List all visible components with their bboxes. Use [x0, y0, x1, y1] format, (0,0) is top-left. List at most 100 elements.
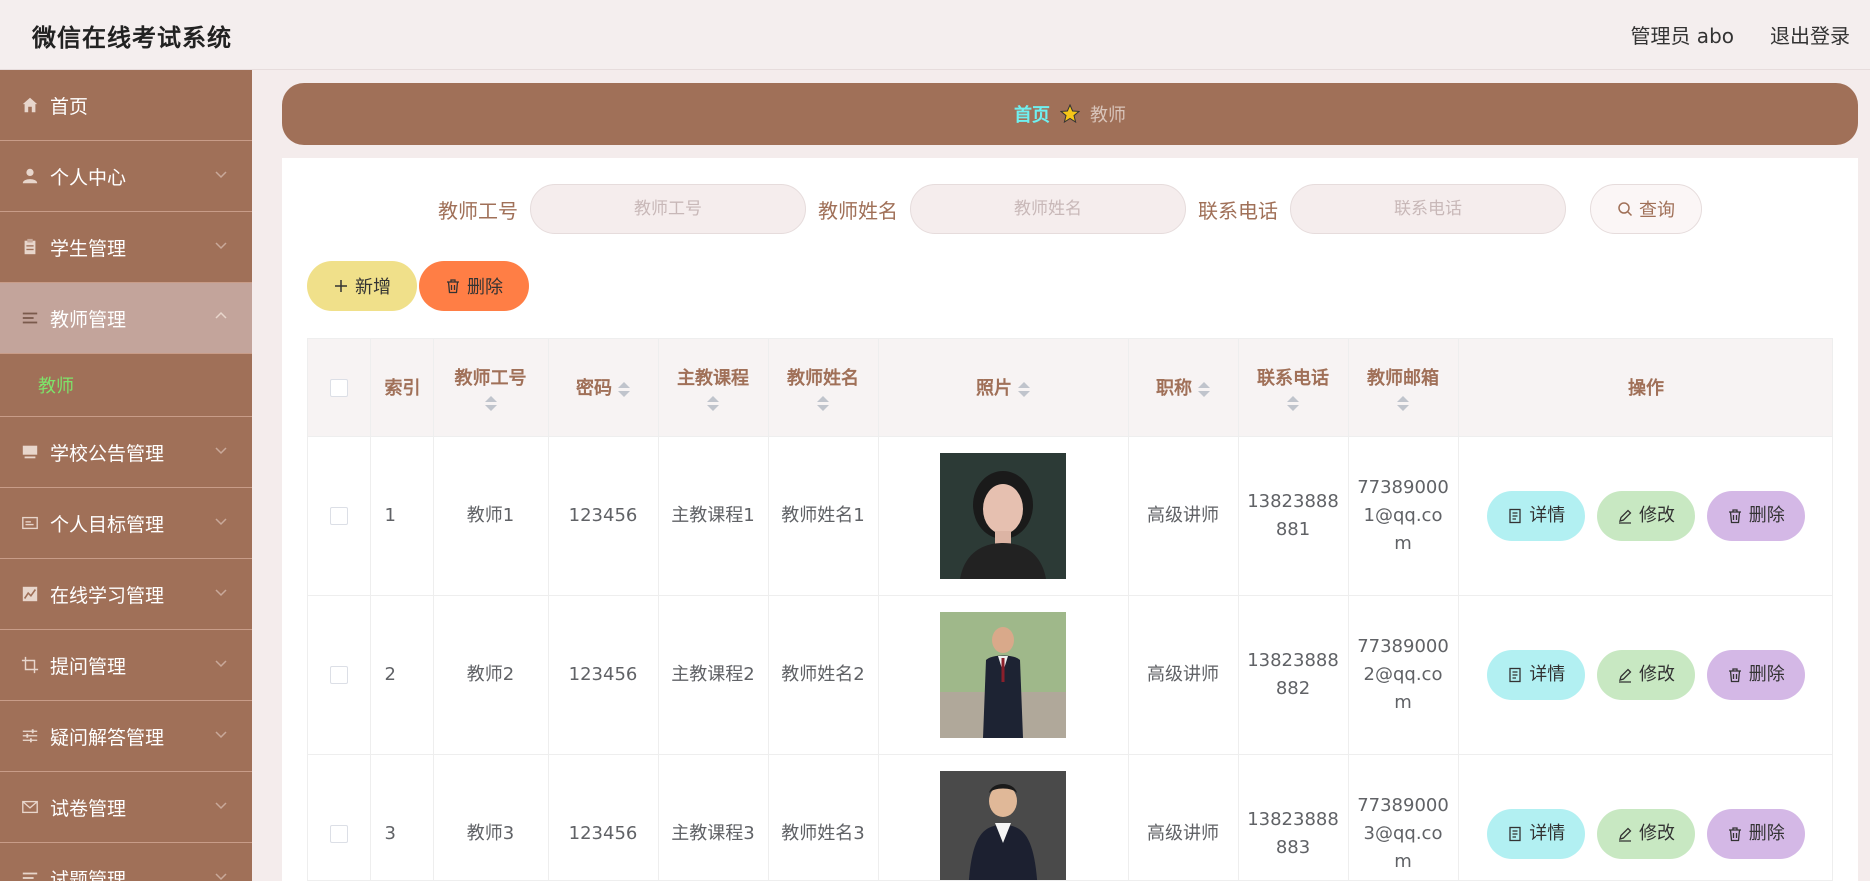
chevron-down-icon: [215, 518, 227, 526]
trash-icon: [447, 279, 459, 294]
sidebar-item-personal-center[interactable]: 个人中心: [0, 141, 252, 212]
sidebar-item-answer-mgmt[interactable]: 疑问解答管理: [0, 701, 252, 772]
clipboard-icon: [20, 237, 40, 257]
delete-button[interactable]: 删除: [1706, 649, 1805, 700]
cell-index: 1: [370, 436, 434, 596]
sort-icon[interactable]: [1397, 395, 1409, 411]
add-button-label: 新增: [355, 277, 391, 297]
cell-password: 123456: [548, 436, 659, 596]
header-teacher-id[interactable]: 教师工号: [433, 339, 549, 437]
header-title[interactable]: 职称: [1128, 339, 1239, 437]
sidebar-item-label: 个人目标管理: [50, 513, 165, 536]
search-label-phone: 联系电话: [1198, 198, 1278, 223]
sidebar-item-label: 试卷管理: [50, 797, 127, 820]
chevron-down-icon: [215, 731, 227, 739]
teacher-name-input[interactable]: [910, 184, 1186, 234]
teacher-id-input[interactable]: [530, 184, 806, 234]
cell-email: 773890002@qq.com: [1348, 595, 1459, 755]
action-bar: 新增 删除: [307, 261, 529, 311]
trash-icon: [1728, 508, 1741, 523]
detail-button[interactable]: 详情: [1487, 490, 1586, 541]
sort-icon[interactable]: [1018, 381, 1030, 397]
delete-button[interactable]: 删除: [1706, 808, 1805, 859]
detail-button[interactable]: 详情: [1487, 808, 1586, 859]
sidebar-item-student-mgmt[interactable]: 学生管理: [0, 212, 252, 283]
sort-icon[interactable]: [1198, 381, 1210, 397]
header-label: 职称: [1156, 378, 1192, 400]
row-checkbox[interactable]: [329, 824, 348, 843]
cell-name: 教师姓名3: [768, 754, 879, 880]
cell-teacher-id: 教师1: [433, 436, 549, 596]
sidebar-subitem-teacher[interactable]: 教师: [0, 354, 252, 417]
sort-icon[interactable]: [817, 395, 829, 411]
delete-button-label: 删除: [1748, 822, 1785, 844]
document-icon: [1509, 508, 1521, 523]
sort-icon[interactable]: [707, 395, 719, 411]
document-icon: [1509, 826, 1521, 841]
sort-icon[interactable]: [618, 381, 630, 397]
row-checkbox[interactable]: [329, 665, 348, 684]
row-checkbox[interactable]: [329, 506, 348, 525]
header-label: 教师邮箱: [1367, 367, 1439, 389]
sidebar-item-home[interactable]: 首页: [0, 70, 252, 141]
sidebar-item-study-mgmt[interactable]: 在线学习管理: [0, 559, 252, 630]
chevron-down-icon: [215, 447, 227, 455]
sidebar-item-goal-mgmt[interactable]: 个人目标管理: [0, 488, 252, 559]
home-icon: [20, 95, 40, 115]
cell-title: 高级讲师: [1128, 436, 1239, 596]
teacher-photo: [940, 452, 1066, 579]
breadcrumb-home[interactable]: 首页: [1014, 101, 1050, 127]
batch-delete-button[interactable]: 删除: [419, 261, 529, 311]
search-label-teacher-name: 教师姓名: [818, 198, 898, 223]
header-photo[interactable]: 照片: [878, 339, 1129, 437]
header-course[interactable]: 主教课程: [658, 339, 769, 437]
header-teacher-name[interactable]: 教师姓名: [768, 339, 879, 437]
sidebar-item-label: 提问管理: [50, 655, 127, 678]
user-label[interactable]: 管理员 abo: [1630, 20, 1734, 49]
app-title: 微信在线考试系统: [32, 24, 232, 52]
header-actions: 管理员 abo 退出登录: [1630, 20, 1850, 49]
cell-title: 高级讲师: [1128, 754, 1239, 880]
cell-email: 773890003@qq.com: [1348, 754, 1459, 880]
sort-icon[interactable]: [484, 395, 497, 411]
chevron-down-icon: [215, 242, 227, 250]
header-password[interactable]: 密码: [548, 339, 659, 437]
sort-icon[interactable]: [1287, 395, 1299, 411]
sidebar-item-label: 学校公告管理: [50, 442, 165, 465]
sidebar-item-notice-mgmt[interactable]: 学校公告管理: [0, 417, 252, 488]
query-button-label: 查询: [1639, 200, 1675, 221]
sidebar-item-teacher-mgmt[interactable]: 教师管理: [0, 283, 252, 354]
sidebar-item-label: 首页: [50, 95, 89, 118]
sidebar-item-exam-question-mgmt[interactable]: 试题管理: [0, 843, 252, 881]
logout-link[interactable]: 退出登录: [1770, 20, 1850, 49]
monitor-icon: [20, 442, 40, 462]
header-email[interactable]: 教师邮箱: [1348, 339, 1459, 437]
teacher-table: 索引 教师工号 密码 主教课程 教师姓名 照片 职称 联系电话 教师邮箱 操作 …: [307, 338, 1833, 881]
header-phone[interactable]: 联系电话: [1238, 339, 1349, 437]
sidebar-item-paper-mgmt[interactable]: 试卷管理: [0, 772, 252, 843]
phone-input[interactable]: [1290, 184, 1566, 234]
delete-button[interactable]: 删除: [1706, 490, 1805, 541]
add-button[interactable]: 新增: [307, 261, 417, 311]
edit-icon: [1619, 668, 1632, 683]
cell-course: 主教课程3: [658, 754, 769, 880]
header-operations: 操作: [1458, 339, 1832, 437]
edit-button[interactable]: 修改: [1597, 808, 1695, 859]
sidebar-item-question-mgmt[interactable]: 提问管理: [0, 630, 252, 701]
header-select-all[interactable]: [308, 339, 371, 437]
cell-teacher-id: 教师3: [433, 754, 549, 880]
query-button[interactable]: 查询: [1590, 184, 1702, 234]
edit-button[interactable]: 修改: [1597, 649, 1695, 700]
cell-phone: 13823888883: [1238, 754, 1349, 880]
detail-button[interactable]: 详情: [1487, 649, 1586, 700]
edit-button-label: 修改: [1639, 504, 1675, 526]
main-panel: 教师工号 教师姓名 联系电话 查询 新增 删除 索引: [282, 158, 1858, 881]
chart-icon: [20, 584, 40, 604]
select-all-checkbox[interactable]: [329, 378, 348, 397]
edit-button[interactable]: 修改: [1597, 490, 1695, 541]
cell-name: 教师姓名1: [768, 436, 879, 596]
cell-name: 教师姓名2: [768, 595, 879, 755]
mail-icon: [20, 797, 40, 817]
header-label: 密码: [576, 378, 612, 400]
teacher-photo: [940, 770, 1066, 880]
